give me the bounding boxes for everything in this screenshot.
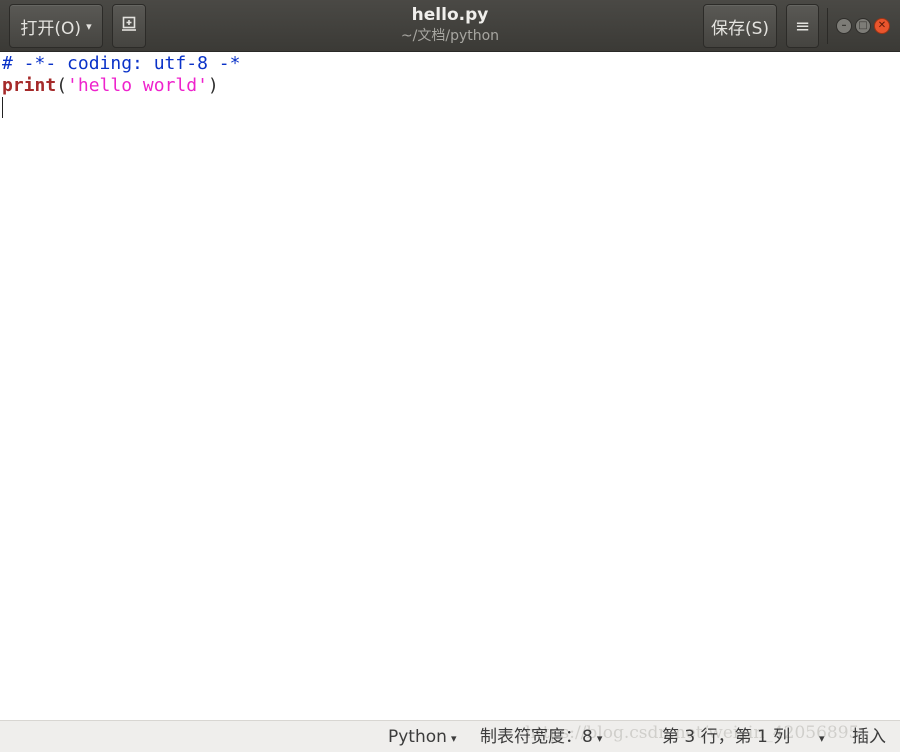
code-line-2: print('hello world')	[2, 75, 219, 97]
language-label: Python	[388, 727, 447, 747]
hamburger-menu-icon: ≡	[794, 15, 811, 37]
hamburger-menu-button[interactable]: ≡	[786, 4, 819, 48]
close-paren: )	[207, 75, 219, 96]
language-selector[interactable]: Python ▾	[388, 726, 456, 750]
header-separator	[827, 8, 828, 44]
code-line-1: # -*- coding: utf-8 -*	[2, 53, 241, 74]
status-bar: https://blog.csdn.net/weixin_42056895 Py…	[0, 720, 900, 752]
close-icon[interactable]: ✕	[874, 18, 890, 34]
cursor-position: 第 3 行，第 1 列	[662, 727, 791, 747]
tab-width-label: 制表符宽度：	[480, 727, 582, 747]
position-dropdown[interactable]: ▾	[815, 726, 825, 750]
open-paren: (	[56, 75, 68, 96]
open-button[interactable]: 打开(O) ▾	[9, 4, 103, 48]
tab-width-selector[interactable]: 制表符宽度：8 ▾	[480, 726, 602, 750]
tab-width-value: 8	[582, 727, 593, 747]
open-button-label: 打开(O)	[20, 18, 82, 39]
window-subtitle-path: ~/文档/python	[400, 28, 500, 44]
minimize-icon[interactable]: –	[836, 18, 852, 34]
new-document-icon	[120, 15, 138, 38]
window-title: hello.py	[411, 5, 489, 25]
keyword-print: print	[2, 75, 57, 96]
save-button[interactable]: 保存(S)	[703, 4, 777, 48]
chevron-down-icon: ▾	[819, 732, 825, 745]
string-literal: 'hello world'	[67, 75, 208, 96]
text-cursor	[2, 97, 3, 118]
chevron-down-icon: ▾	[596, 732, 603, 745]
new-document-button[interactable]	[112, 4, 146, 48]
window-title-area: hello.py ~/文档/python	[300, 4, 600, 46]
insert-mode-indicator[interactable]: 插入	[852, 726, 886, 748]
text-editor-area[interactable]: # -*- coding: utf-8 -* print('hello worl…	[0, 52, 900, 720]
chevron-down-icon: ▾	[450, 732, 457, 745]
save-button-label: 保存(S)	[710, 18, 770, 39]
header-bar: 打开(O) ▾ hello.py ~/文档/python 保存(S) ≡ – □…	[0, 0, 900, 52]
chevron-down-icon: ▾	[86, 19, 92, 33]
maximize-icon[interactable]: □	[855, 18, 871, 34]
